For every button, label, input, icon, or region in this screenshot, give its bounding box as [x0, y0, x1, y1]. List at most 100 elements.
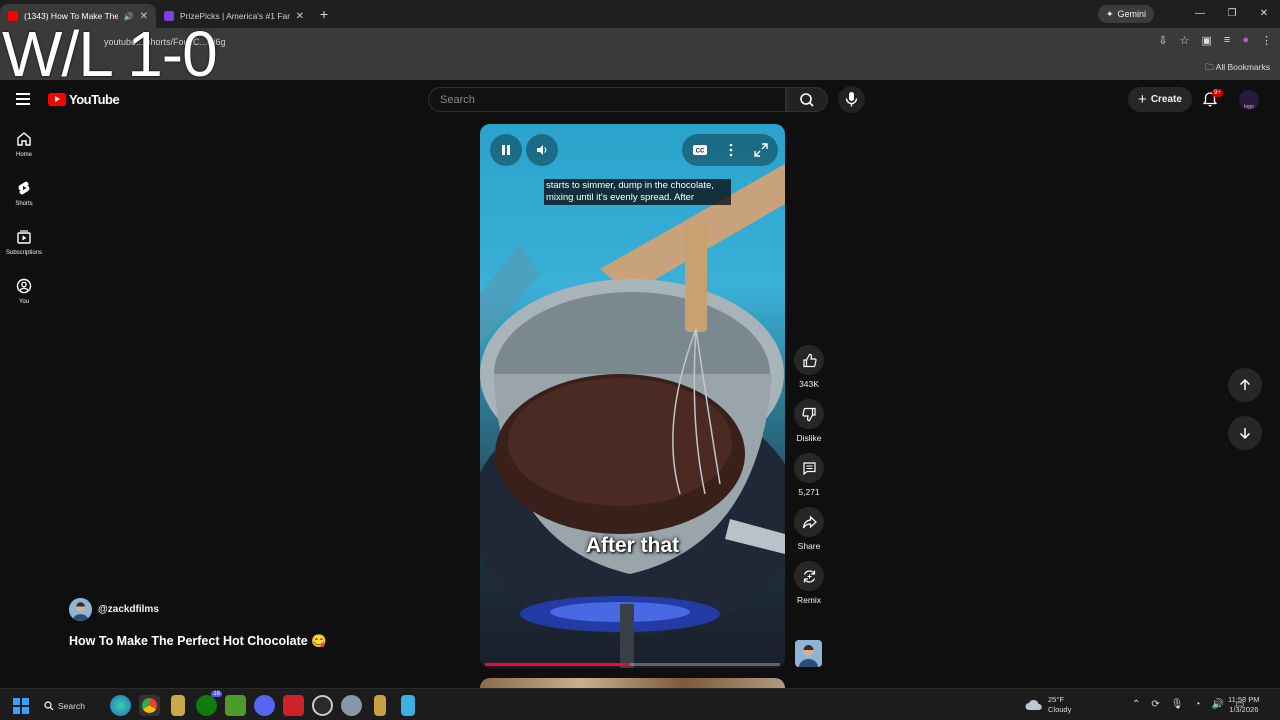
app-icon[interactable] — [171, 695, 185, 716]
caption-text: starts to simmer, dump in the chocolate,… — [544, 179, 731, 205]
search-icon — [44, 701, 54, 711]
all-bookmarks-button[interactable]: 🗀 All Bookmarks — [1205, 62, 1270, 76]
shorts-video-player[interactable]: CC starts to simmer, dump in the chocola… — [480, 124, 785, 668]
svg-text:CC: CC — [696, 149, 705, 155]
microphone-icon — [845, 92, 858, 107]
create-label: Create — [1150, 94, 1182, 105]
settings-gear-icon[interactable] — [341, 695, 362, 716]
sync-icon[interactable]: ⟳ — [1151, 699, 1159, 710]
edge-icon[interactable] — [110, 695, 131, 716]
account-avatar[interactable]: logo — [1239, 90, 1259, 110]
sidebar-item-shorts[interactable]: Shorts — [0, 169, 48, 218]
youtube-wordmark: YouTube — [69, 92, 120, 107]
side-panel-icon[interactable]: ▣ — [1202, 34, 1212, 47]
close-window-button[interactable]: ✕ — [1248, 0, 1280, 28]
toolbar-icons: ⇩ ☆ ▣ ≡ ● ⋮ — [1158, 34, 1272, 47]
channel-avatar-thumbnail[interactable] — [795, 640, 822, 667]
screen: (1343) How To Make The Pe 🔊 ✕ PrizePicks… — [0, 0, 1280, 720]
like-button[interactable] — [794, 345, 824, 375]
previous-short-button[interactable] — [1228, 368, 1262, 402]
video-progress-bar[interactable] — [485, 663, 780, 666]
league-icon[interactable] — [374, 695, 386, 716]
minecraft-icon[interactable] — [225, 695, 246, 716]
more-options-icon[interactable] — [728, 143, 734, 157]
discord-icon[interactable] — [254, 695, 275, 716]
search-icon — [800, 93, 814, 107]
weather-desc: Cloudy — [1048, 705, 1072, 714]
youtube-header: YouTube + Create 9+ logo — [0, 80, 1280, 120]
video-title[interactable]: How To Make The Perfect Hot Chocolate 😋 — [69, 634, 327, 649]
remix-button[interactable] — [794, 561, 824, 591]
install-icon[interactable]: ⇩ — [1158, 34, 1167, 47]
search-input[interactable] — [429, 88, 785, 111]
taskbar-clock[interactable]: 11:58 PM 1/3/2026 — [1228, 695, 1260, 715]
channel-info[interactable]: @zackdfilms — [69, 598, 159, 621]
weather-widget[interactable]: 25°F Cloudy — [1025, 695, 1071, 715]
remix-label: Remix — [796, 595, 822, 605]
all-bookmarks-label: All Bookmarks — [1215, 62, 1270, 72]
clock-date: 1/3/2026 — [1229, 705, 1259, 714]
person-avatar-icon — [795, 640, 822, 667]
sidebar-item-home[interactable]: Home — [0, 120, 48, 169]
mini-sidebar: Home Shorts Subscriptions You — [0, 120, 48, 316]
channel-handle[interactable]: @zackdfilms — [98, 604, 159, 615]
closed-captions-icon[interactable]: CC — [692, 144, 708, 156]
xbox-icon[interactable]: 18 — [196, 691, 222, 716]
comments-button[interactable] — [794, 453, 824, 483]
gemini-label: Gemini — [1117, 9, 1146, 19]
dislike-action: Dislike — [790, 399, 828, 443]
arrow-down-icon — [1239, 428, 1251, 440]
shorts-icon — [18, 181, 30, 195]
comment-icon — [802, 461, 816, 475]
volume-icon — [537, 145, 547, 155]
new-tab-button[interactable]: + — [312, 6, 336, 22]
dislike-button[interactable] — [794, 399, 824, 429]
volume-button[interactable] — [526, 134, 558, 166]
media-icon[interactable]: ≡ — [1224, 34, 1230, 47]
notification-badge: 9+ — [1212, 89, 1223, 97]
fullscreen-icon[interactable] — [754, 143, 768, 157]
red-app-icon[interactable] — [283, 695, 304, 716]
microphone-icon[interactable]: 🎙 — [1171, 699, 1184, 710]
action-column: 343K Dislike 5,271 Share Remix — [790, 345, 828, 615]
pause-button[interactable] — [490, 134, 522, 166]
remix-icon — [803, 569, 815, 583]
taskbar-search[interactable]: Search — [44, 697, 85, 715]
share-button[interactable] — [794, 507, 824, 537]
chrome-icon[interactable] — [139, 695, 160, 716]
chevron-up-icon[interactable]: ⌃ — [1132, 699, 1140, 710]
like-action: 343K — [790, 345, 828, 389]
windows-start-icon[interactable] — [13, 698, 29, 714]
menu-icon[interactable]: ⋮ — [1261, 34, 1272, 47]
taskbar-apps: 18 — [110, 691, 418, 716]
xbox-badge: 18 — [211, 691, 222, 697]
steam-icon[interactable] — [312, 695, 333, 716]
gemini-button[interactable]: ✦ Gemini — [1097, 5, 1154, 23]
hamburger-menu-icon[interactable] — [16, 93, 30, 105]
thumbs-down-icon — [801, 407, 816, 421]
profile-icon[interactable]: ● — [1242, 34, 1249, 47]
restore-button[interactable]: ❐ — [1216, 0, 1248, 28]
share-icon — [802, 515, 817, 528]
voice-search-button[interactable] — [838, 86, 865, 113]
search-button[interactable] — [786, 87, 828, 112]
close-tab-icon[interactable]: ✕ — [296, 11, 304, 22]
channel-avatar[interactable] — [69, 598, 92, 621]
avatar-text: logo — [1244, 104, 1254, 110]
minimize-button[interactable]: — — [1184, 0, 1216, 28]
sidebar-label: You — [18, 299, 30, 305]
share-action: Share — [790, 507, 828, 551]
comment-action: 5,271 — [790, 453, 828, 497]
bookmark-star-icon[interactable]: ☆ — [1180, 34, 1190, 47]
youtube-logo[interactable]: YouTube — [48, 92, 120, 107]
sidebar-item-you[interactable]: You — [0, 267, 48, 316]
dislike-label: Dislike — [796, 433, 822, 443]
speaker-icon[interactable]: 🔊 — [1212, 699, 1224, 710]
wifi-icon[interactable]: ◔ — [1194, 699, 1200, 710]
youtube-play-icon — [48, 93, 66, 106]
create-button[interactable]: + Create — [1128, 87, 1192, 112]
next-short-button[interactable] — [1228, 416, 1262, 450]
share-label: Share — [797, 541, 821, 551]
notepad-icon[interactable] — [401, 695, 415, 716]
sidebar-item-subscriptions[interactable]: Subscriptions — [0, 218, 48, 267]
